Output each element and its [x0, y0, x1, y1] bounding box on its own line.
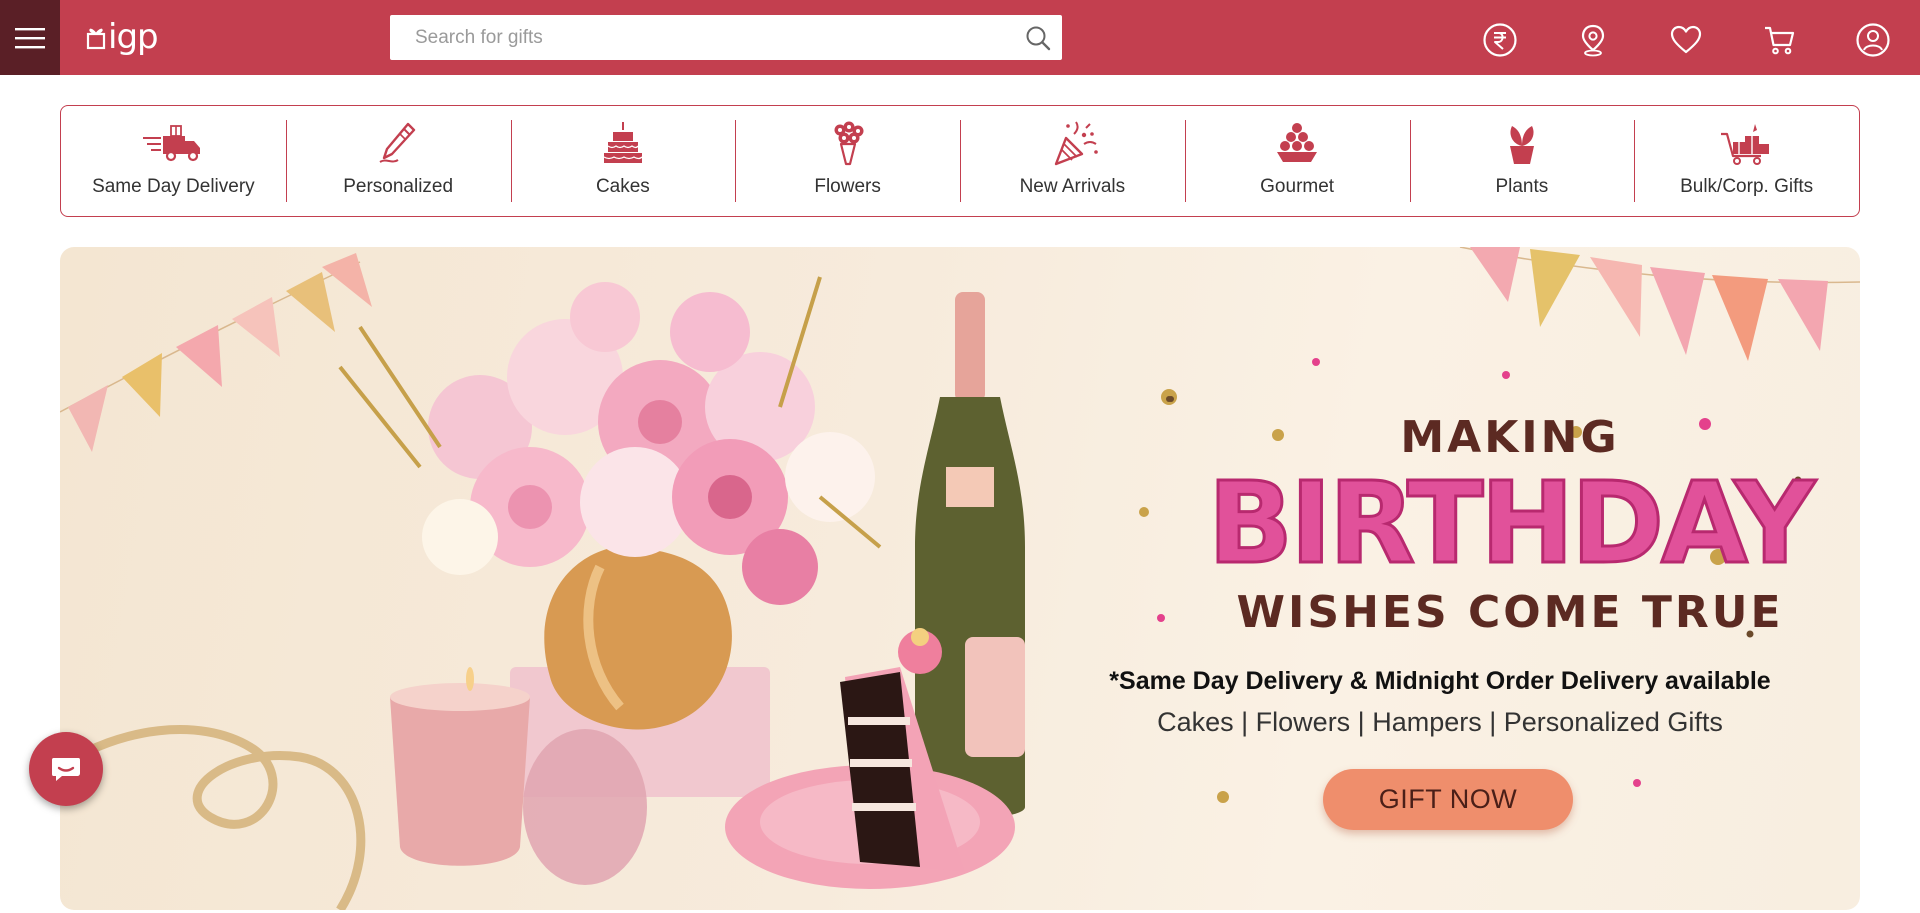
- location-pin-icon[interactable]: [1575, 22, 1611, 58]
- cake-icon: [591, 120, 655, 166]
- igp-logo[interactable]: igp: [86, 16, 166, 58]
- gift-cart-icon: [1715, 120, 1779, 166]
- cart-icon[interactable]: [1762, 22, 1798, 58]
- hero-heading-making: MAKING: [1400, 412, 1620, 463]
- bunting-left: [60, 253, 372, 452]
- potted-plant-icon: [1490, 120, 1554, 166]
- hamburger-icon: [15, 27, 45, 48]
- category-personalized[interactable]: Personalized: [285, 106, 511, 216]
- category-label: Same Day Delivery: [92, 176, 255, 197]
- search-input[interactable]: [390, 15, 1010, 60]
- category-new-arrivals[interactable]: New Arrivals: [960, 106, 1185, 216]
- hero-category-list: Cakes | Flowers | Hampers | Personalized…: [1157, 707, 1723, 737]
- category-label: Bulk/Corp. Gifts: [1680, 176, 1814, 197]
- delivery-truck-icon: [141, 120, 205, 166]
- category-label: Cakes: [595, 176, 650, 197]
- search-bar: [390, 15, 1062, 60]
- category-label: Personalized: [343, 176, 454, 197]
- category-flowers[interactable]: Flowers: [735, 106, 960, 216]
- search-icon[interactable]: [1024, 24, 1052, 52]
- category-label: Gourmet: [1260, 176, 1335, 197]
- hero-heading-wishes: WISHES COME TRUE: [1236, 587, 1784, 638]
- hamburger-menu-button[interactable]: [0, 0, 60, 75]
- chat-bubble-icon: [52, 758, 80, 781]
- category-bar: Same Day Delivery Personalized Cakes Flo…: [60, 105, 1860, 217]
- category-label: New Arrivals: [1019, 176, 1126, 197]
- category-label: Plants: [1495, 176, 1549, 197]
- hero-heading-birthday: BIRTHDAY: [1206, 457, 1816, 590]
- sweets-icon: [1265, 120, 1329, 166]
- party-popper-icon: [1040, 120, 1104, 166]
- bunting-right: [1459, 247, 1860, 361]
- hero-delivery-note: *Same Day Delivery & Midnight Order Deli…: [1109, 667, 1771, 695]
- top-header: igp: [0, 0, 1920, 75]
- champagne-bottle-art: [915, 292, 1025, 819]
- flower-bouquet-icon: [816, 120, 880, 166]
- gift-now-button[interactable]: GIFT NOW: [1323, 769, 1573, 830]
- user-account-icon[interactable]: [1855, 22, 1891, 58]
- pencil-icon: [366, 120, 430, 166]
- gift-logo-icon: [86, 28, 106, 50]
- category-cakes[interactable]: Cakes: [510, 106, 736, 216]
- hero-banner[interactable]: MAKING BIRTHDAY WISHES COME TRUE *Same D…: [60, 247, 1860, 910]
- category-label: Flowers: [814, 176, 881, 197]
- category-plants[interactable]: Plants: [1409, 106, 1635, 216]
- logo-text: igp: [108, 17, 159, 57]
- heart-wishlist-icon[interactable]: [1668, 22, 1704, 58]
- rupee-currency-icon[interactable]: [1482, 22, 1518, 58]
- chat-button[interactable]: [29, 732, 103, 806]
- category-bulk-corp-gifts[interactable]: Bulk/Corp. Gifts: [1634, 106, 1859, 216]
- category-gourmet[interactable]: Gourmet: [1184, 106, 1410, 216]
- category-same-day-delivery[interactable]: Same Day Delivery: [61, 106, 286, 216]
